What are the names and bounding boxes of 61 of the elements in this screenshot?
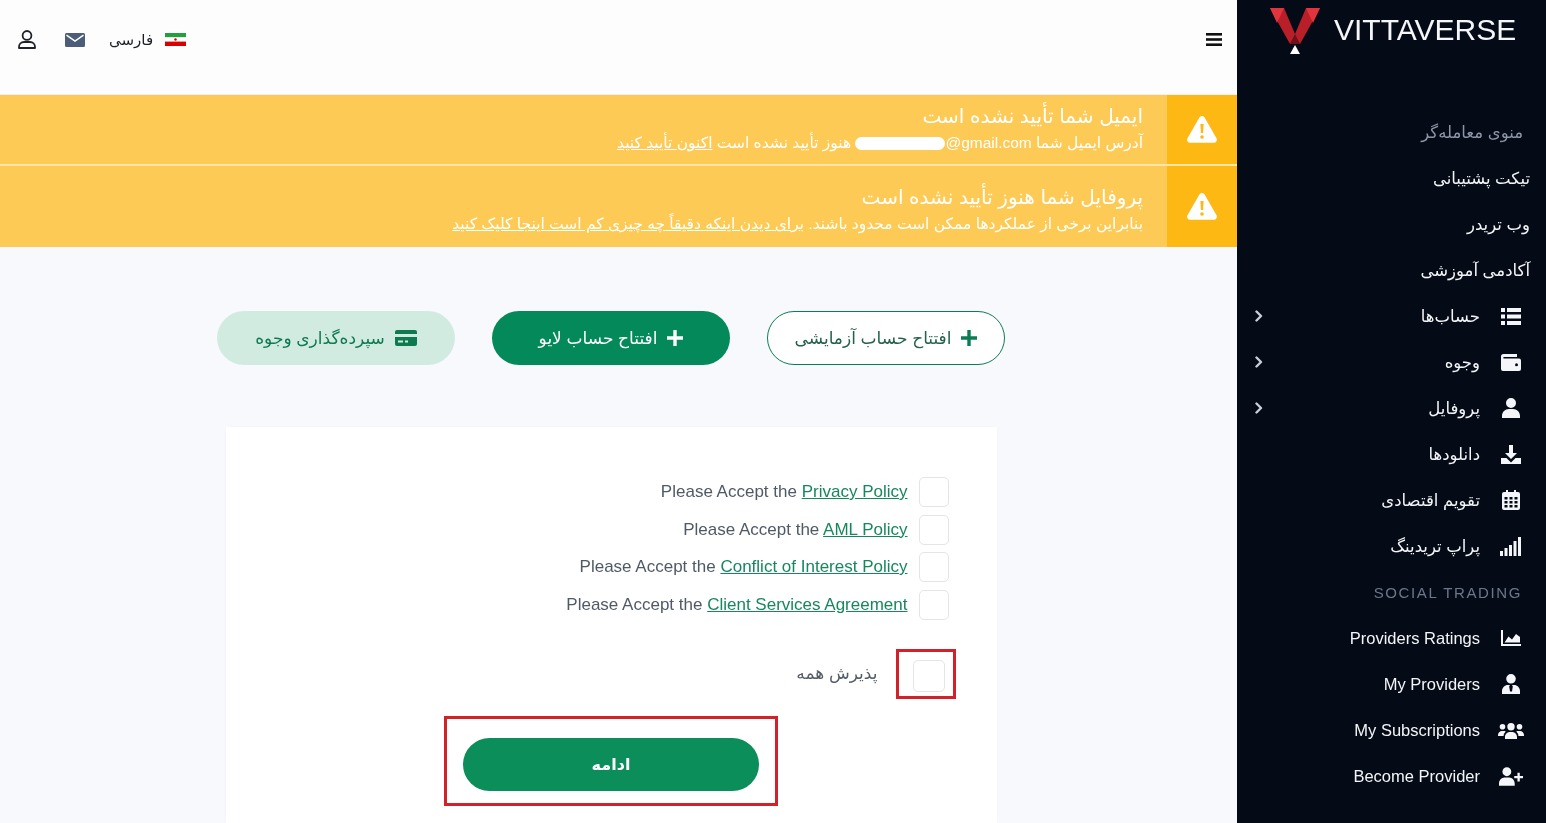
sidebar-item[interactable]: Providers Ratings — [1349, 628, 1524, 648]
warning-icon — [1187, 116, 1217, 143]
sidebar-item[interactable]: پروفایل — [1428, 398, 1524, 418]
action-button[interactable]: افتتاح حساب لایو — [492, 311, 730, 365]
v-logo-icon — [1270, 8, 1320, 54]
checkbox[interactable] — [918, 589, 949, 620]
policy-link[interactable]: Conflict of Interest Policy — [720, 557, 908, 576]
chevron-icon[interactable] — [1255, 310, 1263, 322]
sidebar-item[interactable]: حساب‌ها — [1420, 306, 1524, 326]
signal-bars-icon — [1500, 536, 1522, 556]
user-plus-icon — [1499, 766, 1523, 786]
chevron-icon[interactable] — [1255, 356, 1263, 368]
agreement-text: Please Accept the Client Services Agreement — [566, 594, 908, 615]
sidebar-item[interactable]: آکادمی آموزشی — [1420, 260, 1530, 280]
sidebar-item[interactable]: دانلودها — [1428, 444, 1524, 464]
policy-link[interactable]: Client Services Agreement — [707, 594, 908, 614]
policy-link[interactable]: Privacy Policy — [801, 482, 908, 501]
plus-icon — [961, 330, 978, 346]
sidebar-item[interactable]: تیکت پشتیبانی — [1432, 168, 1530, 188]
action-button[interactable]: سپرده‌گذاری وجوه — [217, 311, 455, 365]
user-icon[interactable] — [18, 30, 36, 49]
warning-icon — [1187, 193, 1217, 220]
menu-icon[interactable] — [1206, 33, 1222, 46]
credit-card-icon — [394, 330, 417, 346]
brand-name: VITTAVERSE — [1334, 12, 1517, 48]
checkbox[interactable] — [918, 552, 949, 582]
continue-button[interactable]: ادامه — [463, 737, 759, 791]
sidebar-item[interactable]: پراپ تریدینگ — [1390, 536, 1524, 556]
agreement-text: Please Accept the AML Policy — [683, 519, 908, 540]
checkbox[interactable] — [918, 477, 949, 507]
alert-title: پروفایل شما هنوز تأیید نشده است — [24, 183, 1143, 212]
checkbox[interactable] — [918, 514, 949, 545]
agreement-text: Please Accept the Privacy Policy — [660, 482, 908, 502]
sidebar-item[interactable]: My Providers — [1383, 674, 1524, 694]
users-icon — [1498, 721, 1524, 739]
user-tie-icon — [1502, 674, 1520, 694]
sidebar-heading: SOCIAL TRADING — [1373, 583, 1522, 601]
calendar-icon — [1502, 490, 1520, 510]
plus-icon — [667, 330, 684, 346]
agreement-text: Please Accept the Conflict of Interest Policy — [579, 557, 908, 577]
sidebar-item[interactable]: My Subscriptions — [1354, 720, 1524, 740]
sidebar-item[interactable]: Become Provider — [1353, 766, 1524, 786]
policy-link[interactable]: AML Policy — [823, 519, 908, 539]
alert-title: ایمیل شما تأیید نشده است — [24, 102, 1143, 131]
action-button[interactable]: افتتاح حساب آزمایشی — [767, 311, 1005, 365]
mail-icon[interactable] — [65, 32, 85, 47]
download-icon — [1501, 444, 1521, 464]
flag-icon — [165, 33, 187, 46]
chevron-icon[interactable] — [1255, 402, 1263, 414]
accept-all-label: پذیرش همه — [796, 663, 878, 684]
list-icon — [1501, 307, 1521, 325]
user-icon — [1502, 398, 1520, 418]
alert-message: بنابراین برخی از عملکردها ممکن است محدود باشند. برای دیدن اینکه دقیقاً چه چیزی کم است اینجا کلیک کنید — [451, 212, 1143, 236]
sidebar-item[interactable]: وجوه — [1444, 352, 1524, 372]
sidebar-item[interactable]: تقویم اقتصادی — [1381, 490, 1524, 510]
language-selector[interactable]: فارسی — [109, 30, 187, 49]
sidebar-heading: منوی معامله‌گر — [1421, 122, 1523, 142]
wallet-icon — [1501, 353, 1521, 371]
checkbox[interactable] — [912, 659, 945, 692]
sidebar-item[interactable]: وب تریدر — [1467, 214, 1530, 234]
area-chart-icon — [1501, 630, 1521, 646]
